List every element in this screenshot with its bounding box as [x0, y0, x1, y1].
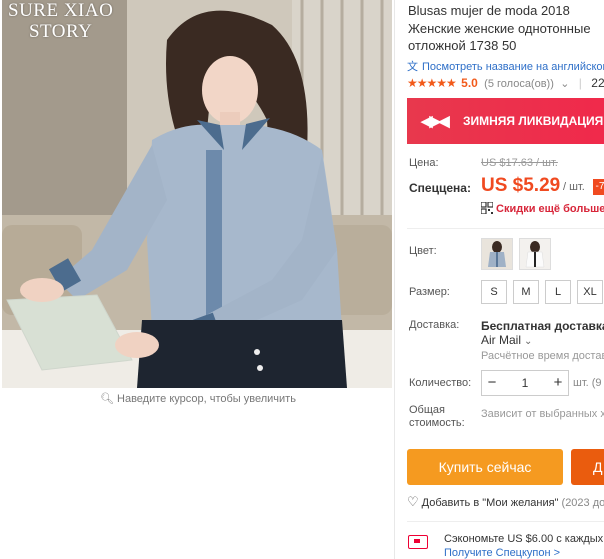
- add-to-cart-button[interactable]: Д: [571, 449, 604, 485]
- size-option-m[interactable]: M: [513, 280, 539, 304]
- special-price-label: Спеццена:: [409, 181, 471, 195]
- delivery-method-select[interactable]: Air Mail ⌄: [481, 333, 532, 347]
- coupon-icon: [408, 535, 428, 549]
- quantity-stepper[interactable]: − 1 +: [481, 370, 569, 396]
- product-title: Blusas mujer de moda 2018 Женские женски…: [408, 3, 591, 53]
- discount-badge: -7: [593, 179, 604, 195]
- rating-separator: |: [578, 76, 582, 90]
- brand-logo: SURE XIAO STORY: [8, 0, 113, 42]
- promo-banner-text: ЗИМНЯЯ ЛИКВИДАЦИЯ: [463, 114, 604, 128]
- color-swatch-blue[interactable]: [481, 238, 513, 270]
- star-rating-icon: ★★★★★: [407, 76, 457, 90]
- promo-logo-icon: ◀▶◀: [421, 113, 450, 130]
- delivery-label: Доставка:: [409, 319, 460, 331]
- old-price: US $17.63 / шт.: [481, 157, 558, 169]
- translate-link[interactable]: 文 Посмотреть название на английском: [407, 58, 604, 74]
- section-divider: [407, 228, 604, 229]
- panel-divider: [394, 0, 395, 559]
- zoom-hint-text: Наведите курсор, чтобы увеличить: [117, 393, 296, 405]
- wishlist-count: (2023 до: [561, 497, 604, 509]
- magnifier-icon: 🔍︎: [100, 393, 115, 405]
- zoom-hint: 🔍︎ Наведите курсор, чтобы увеличить: [0, 392, 396, 405]
- quantity-input[interactable]: 1: [502, 371, 548, 395]
- size-option-l[interactable]: L: [545, 280, 571, 304]
- total-cost-label: Общая стоимость:: [409, 404, 465, 429]
- get-coupon-link[interactable]: Получите Спецкупон >: [444, 547, 560, 559]
- quantity-unit: шт. (9: [573, 377, 602, 389]
- special-price: US $5.29: [481, 175, 561, 196]
- section-divider: [407, 521, 604, 522]
- quantity-decrease-button[interactable]: −: [482, 371, 502, 395]
- size-option-s[interactable]: S: [481, 280, 507, 304]
- chevron-down-icon: ⌄: [560, 78, 570, 90]
- delivery-eta: Расчётное время доставки: [481, 350, 604, 362]
- color-label: Цвет:: [409, 245, 437, 257]
- price-label: Цена:: [409, 157, 439, 169]
- coupon-text: Сэкономьте US $6.00 с каждых U: [444, 533, 604, 545]
- special-price-unit: / шт.: [563, 181, 585, 193]
- rating-votes: (5 голоса(ов)): [484, 78, 554, 90]
- delivery-free-shipping: Бесплатная доставка в: [481, 319, 604, 333]
- heart-icon: ♡: [407, 494, 419, 509]
- add-to-wishlist-link[interactable]: ♡ Добавить в "Мои желания" (2023 до: [407, 494, 604, 510]
- rating-score: 5.0: [461, 76, 478, 90]
- wishlist-label: Добавить в "Мои желания": [421, 497, 559, 509]
- product-main-image[interactable]: SURE XIAO STORY: [2, 0, 392, 388]
- translate-link-label: Посмотреть название на английском: [422, 61, 604, 73]
- total-cost-note: Зависит от выбранных ха: [481, 408, 604, 420]
- promo-banner[interactable]: ◀▶◀ ЗИМНЯЯ ЛИКВИДАЦИЯ: [407, 98, 604, 144]
- qr-code-icon: [481, 202, 493, 214]
- buy-now-button[interactable]: Купить сейчас: [407, 449, 563, 485]
- chevron-down-icon: ⌄: [524, 336, 533, 347]
- app-discount-link[interactable]: Скидки ещё больше в: [481, 202, 604, 215]
- brand-logo-line1: SURE XIAO: [8, 0, 114, 21]
- size-label: Размер:: [409, 286, 450, 298]
- product-photo-illustration: [2, 0, 392, 388]
- color-swatch-white-thumb: [520, 239, 550, 269]
- size-option-xl[interactable]: XL: [577, 280, 603, 304]
- app-discount-text: Скидки ещё больше в: [496, 203, 604, 215]
- rating-row[interactable]: ★★★★★ 5.0 (5 голоса(ов)) ⌄ | 22 з: [407, 76, 604, 90]
- color-swatch-white[interactable]: [519, 238, 551, 270]
- quantity-label: Количество:: [409, 377, 472, 389]
- color-swatch-blue-thumb: [482, 239, 512, 269]
- translate-icon: 文: [407, 61, 418, 73]
- orders-count: 22 з: [591, 76, 604, 90]
- brand-logo-line2: STORY: [28, 21, 93, 42]
- quantity-increase-button[interactable]: +: [548, 371, 568, 395]
- delivery-method-value: Air Mail: [481, 333, 522, 347]
